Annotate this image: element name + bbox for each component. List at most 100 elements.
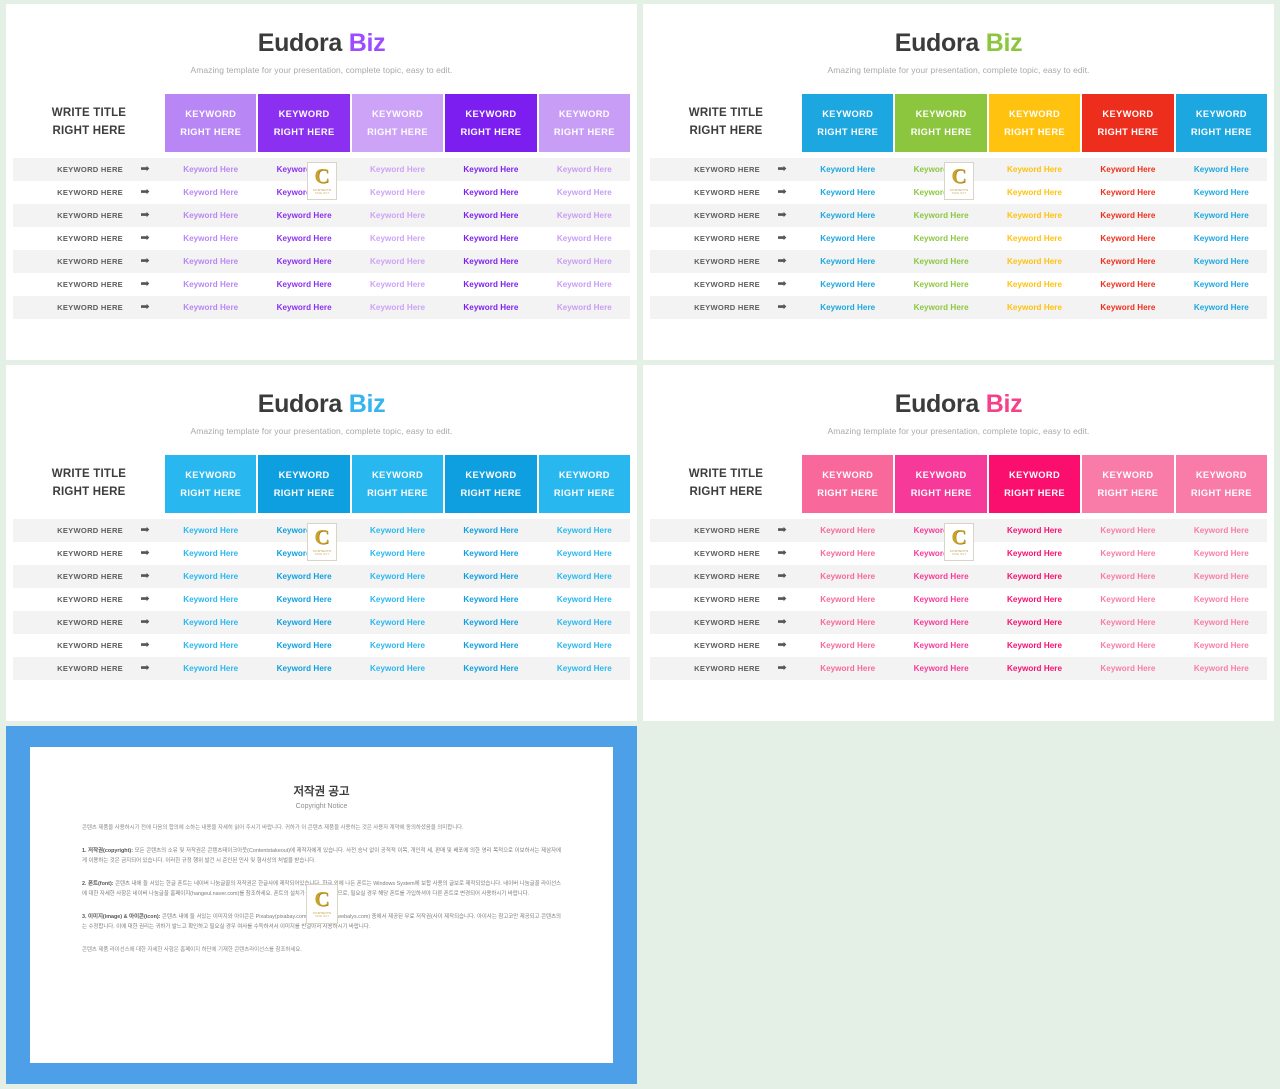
slide-multi[interactable]: Eudora Biz Amazing template for your pres… — [643, 4, 1274, 360]
table-cell[interactable]: Keyword Here — [258, 303, 349, 312]
table-cell[interactable]: Keyword Here — [165, 618, 256, 627]
table-cell[interactable]: Keyword Here — [802, 211, 893, 220]
table-cell[interactable]: Keyword Here — [445, 188, 536, 197]
table-cell[interactable]: Keyword Here — [539, 211, 630, 220]
table-row[interactable]: KEYWORD HERE ➡ Keyword Here Keyword Here Key… — [13, 273, 630, 296]
table-row[interactable]: KEYWORD HERE ➡ Keyword Here Keyword Here Key… — [650, 634, 1267, 657]
table-cell[interactable]: Keyword Here — [445, 595, 536, 604]
table-cell[interactable]: Keyword Here — [802, 165, 893, 174]
table-cell[interactable]: Keyword Here — [258, 280, 349, 289]
table-cell[interactable]: Keyword Here — [258, 234, 349, 243]
table-cell[interactable]: Keyword Here — [352, 595, 443, 604]
table-cell[interactable]: Keyword Here — [802, 618, 893, 627]
table-cell[interactable]: Keyword Here — [352, 188, 443, 197]
table-cell[interactable]: Keyword Here — [165, 303, 256, 312]
table-cell[interactable]: Keyword Here — [445, 234, 536, 243]
table-cell[interactable]: Keyword Here — [165, 641, 256, 650]
table-cell[interactable]: Keyword Here — [1176, 188, 1267, 197]
table-header-cell-2[interactable]: KEYWORD RIGHT HERE — [258, 94, 350, 152]
table-cell[interactable]: Keyword Here — [539, 280, 630, 289]
table-row[interactable]: KEYWORD HERE ➡ Keyword Here Keyword Here Key… — [650, 158, 1267, 181]
table-cell[interactable]: Keyword Here — [1082, 664, 1173, 673]
table-cell[interactable]: Keyword Here — [802, 303, 893, 312]
table-cell[interactable]: Keyword Here — [445, 211, 536, 220]
table-cell[interactable]: Keyword Here — [165, 595, 256, 604]
table-cell[interactable]: Keyword Here — [539, 188, 630, 197]
table-cell[interactable]: Keyword Here — [165, 165, 256, 174]
table-cell[interactable]: Keyword Here — [802, 188, 893, 197]
table-cell[interactable]: Keyword Here — [445, 165, 536, 174]
table-cell[interactable]: Keyword Here — [165, 188, 256, 197]
table-cell[interactable]: Keyword Here — [895, 280, 986, 289]
table-cell[interactable]: Keyword Here — [258, 595, 349, 604]
table-cell[interactable]: Keyword Here — [352, 165, 443, 174]
table-row[interactable]: KEYWORD HERE ➡ Keyword Here Keyword Here Key… — [650, 296, 1267, 319]
table-row[interactable]: KEYWORD HERE ➡ Keyword Here Keyword Here Key… — [650, 204, 1267, 227]
table-cell[interactable]: Keyword Here — [352, 549, 443, 558]
table-header-cell-3[interactable]: KEYWORD RIGHT HERE — [988, 455, 1081, 513]
table-cell[interactable]: Keyword Here — [895, 188, 986, 197]
table-cell[interactable]: Keyword Here — [445, 257, 536, 266]
table-cell[interactable]: Keyword Here — [1082, 234, 1173, 243]
table-cell[interactable]: Keyword Here — [352, 664, 443, 673]
table-row[interactable]: KEYWORD HERE ➡ Keyword Here Keyword Here Key… — [13, 519, 630, 542]
table-cell[interactable]: Keyword Here — [989, 280, 1080, 289]
table-cell[interactable]: Keyword Here — [539, 618, 630, 627]
table-header-cell-5[interactable]: KEYWORD RIGHT HERE — [1175, 94, 1268, 152]
table-header-cell-3[interactable]: KEYWORD RIGHT HERE — [351, 94, 444, 152]
table-cell[interactable]: Keyword Here — [539, 595, 630, 604]
table-cell[interactable]: Keyword Here — [802, 572, 893, 581]
table-cell[interactable]: Keyword Here — [1082, 280, 1173, 289]
table-cell[interactable]: Keyword Here — [1082, 641, 1173, 650]
table-cell[interactable]: Keyword Here — [352, 234, 443, 243]
table-header-cell-4[interactable]: KEYWORD RIGHT HERE — [1082, 455, 1174, 513]
table-cell[interactable]: Keyword Here — [258, 257, 349, 266]
table-row[interactable]: KEYWORD HERE ➡ Keyword Here Keyword Here Key… — [13, 588, 630, 611]
slide-purple[interactable]: Eudora Biz Amazing template for your pres… — [6, 4, 637, 360]
table-row[interactable]: KEYWORD HERE ➡ Keyword Here Keyword Here Key… — [650, 542, 1267, 565]
table-cell[interactable]: Keyword Here — [539, 664, 630, 673]
table-cell[interactable]: Keyword Here — [1176, 641, 1267, 650]
table-cell[interactable]: Keyword Here — [989, 664, 1080, 673]
table-cell[interactable]: Keyword Here — [989, 549, 1080, 558]
table-cell[interactable]: Keyword Here — [165, 549, 256, 558]
table-cell[interactable]: Keyword Here — [1082, 618, 1173, 627]
table-cell[interactable]: Keyword Here — [352, 618, 443, 627]
table-cell[interactable]: Keyword Here — [445, 572, 536, 581]
table-header-cell-4[interactable]: KEYWORD RIGHT HERE — [1082, 94, 1174, 152]
table-cell[interactable]: Keyword Here — [258, 165, 349, 174]
slide-blue[interactable]: Eudora Biz Amazing template for your pres… — [6, 365, 637, 721]
table-cell[interactable]: Keyword Here — [165, 526, 256, 535]
table-cell[interactable]: Keyword Here — [1176, 234, 1267, 243]
table-cell[interactable]: Keyword Here — [989, 618, 1080, 627]
table-cell[interactable]: Keyword Here — [352, 280, 443, 289]
table-cell[interactable]: Keyword Here — [165, 664, 256, 673]
table-cell[interactable]: Keyword Here — [802, 549, 893, 558]
table-cell[interactable]: Keyword Here — [895, 549, 986, 558]
table-cell[interactable]: Keyword Here — [258, 526, 349, 535]
table-row[interactable]: KEYWORD HERE ➡ Keyword Here Keyword Here Key… — [650, 273, 1267, 296]
table-cell[interactable]: Keyword Here — [1082, 526, 1173, 535]
table-cell[interactable]: Keyword Here — [258, 188, 349, 197]
table-cell[interactable]: Keyword Here — [165, 572, 256, 581]
table-cell[interactable]: Keyword Here — [1176, 664, 1267, 673]
table-cell[interactable]: Keyword Here — [539, 641, 630, 650]
table-cell[interactable]: Keyword Here — [445, 618, 536, 627]
table-cell[interactable]: Keyword Here — [1176, 618, 1267, 627]
table-cell[interactable]: Keyword Here — [258, 618, 349, 627]
table-header-cell-1[interactable]: KEYWORD RIGHT HERE — [802, 94, 894, 152]
table-cell[interactable]: Keyword Here — [165, 280, 256, 289]
table-row[interactable]: KEYWORD HERE ➡ Keyword Here Keyword Here Key… — [13, 204, 630, 227]
table-header-cell-5[interactable]: KEYWORD RIGHT HERE — [1175, 455, 1268, 513]
table-cell[interactable]: Keyword Here — [989, 257, 1080, 266]
table-row[interactable]: KEYWORD HERE ➡ Keyword Here Keyword Here Key… — [650, 657, 1267, 680]
table-row[interactable]: KEYWORD HERE ➡ Keyword Here Keyword Here Key… — [13, 657, 630, 680]
table-cell[interactable]: Keyword Here — [1176, 526, 1267, 535]
table-cell[interactable]: Keyword Here — [1082, 211, 1173, 220]
table-cell[interactable]: Keyword Here — [539, 526, 630, 535]
table-header-cell-3[interactable]: KEYWORD RIGHT HERE — [988, 94, 1081, 152]
table-row[interactable]: KEYWORD HERE ➡ Keyword Here Keyword Here Key… — [13, 542, 630, 565]
table-cell[interactable]: Keyword Here — [352, 257, 443, 266]
table-cell[interactable]: Keyword Here — [445, 526, 536, 535]
table-cell[interactable]: Keyword Here — [445, 664, 536, 673]
